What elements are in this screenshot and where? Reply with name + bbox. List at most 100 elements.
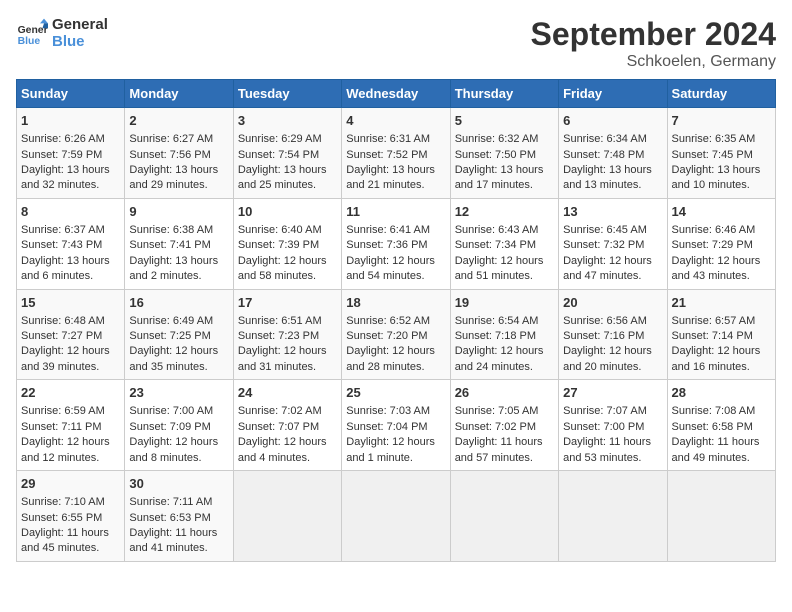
calendar-cell: 23Sunrise: 7:00 AMSunset: 7:09 PMDayligh… xyxy=(125,380,233,471)
calendar-cell: 8Sunrise: 6:37 AMSunset: 7:43 PMDaylight… xyxy=(17,198,125,289)
day-info-line: and 54 minutes. xyxy=(346,269,445,284)
day-info-line: and 10 minutes. xyxy=(672,178,771,193)
day-info-line: and 12 minutes. xyxy=(21,451,120,466)
day-info-line: Sunset: 7:59 PM xyxy=(21,148,120,163)
day-number: 22 xyxy=(21,384,120,402)
day-info-line: and 20 minutes. xyxy=(563,360,662,375)
day-info-line: Daylight: 13 hours xyxy=(346,163,445,178)
calendar-cell: 2Sunrise: 6:27 AMSunset: 7:56 PMDaylight… xyxy=(125,108,233,199)
day-info-line: Sunrise: 7:03 AM xyxy=(346,404,445,419)
day-info-line: Sunset: 7:09 PM xyxy=(129,420,228,435)
day-number: 14 xyxy=(672,203,771,221)
day-info-line: Daylight: 11 hours xyxy=(563,435,662,450)
calendar-cell: 19Sunrise: 6:54 AMSunset: 7:18 PMDayligh… xyxy=(450,289,558,380)
day-info-line: Daylight: 11 hours xyxy=(455,435,554,450)
day-info-line: Daylight: 13 hours xyxy=(672,163,771,178)
calendar-cell xyxy=(667,471,775,562)
calendar-cell: 16Sunrise: 6:49 AMSunset: 7:25 PMDayligh… xyxy=(125,289,233,380)
column-header-saturday: Saturday xyxy=(667,80,775,108)
day-info-line: Daylight: 12 hours xyxy=(346,435,445,450)
day-info-line: Sunset: 7:18 PM xyxy=(455,329,554,344)
day-info-line: Sunrise: 7:02 AM xyxy=(238,404,337,419)
day-info-line: Sunset: 6:53 PM xyxy=(129,511,228,526)
day-info-line: and 6 minutes. xyxy=(21,269,120,284)
calendar-cell: 11Sunrise: 6:41 AMSunset: 7:36 PMDayligh… xyxy=(342,198,450,289)
day-info-line: and 28 minutes. xyxy=(346,360,445,375)
day-info-line: Daylight: 11 hours xyxy=(129,526,228,541)
day-info-line: and 58 minutes. xyxy=(238,269,337,284)
day-number: 30 xyxy=(129,475,228,493)
calendar-cell: 7Sunrise: 6:35 AMSunset: 7:45 PMDaylight… xyxy=(667,108,775,199)
day-info-line: and 47 minutes. xyxy=(563,269,662,284)
day-info-line: Daylight: 12 hours xyxy=(129,435,228,450)
day-number: 20 xyxy=(563,294,662,312)
calendar-cell: 15Sunrise: 6:48 AMSunset: 7:27 PMDayligh… xyxy=(17,289,125,380)
day-number: 16 xyxy=(129,294,228,312)
day-info-line: Sunrise: 6:34 AM xyxy=(563,132,662,147)
calendar-cell: 22Sunrise: 6:59 AMSunset: 7:11 PMDayligh… xyxy=(17,380,125,471)
calendar-cell: 9Sunrise: 6:38 AMSunset: 7:41 PMDaylight… xyxy=(125,198,233,289)
day-info-line: Sunrise: 7:11 AM xyxy=(129,495,228,510)
day-info-line: and 35 minutes. xyxy=(129,360,228,375)
day-info-line: Sunrise: 7:00 AM xyxy=(129,404,228,419)
day-info-line: Sunrise: 6:29 AM xyxy=(238,132,337,147)
calendar-cell: 20Sunrise: 6:56 AMSunset: 7:16 PMDayligh… xyxy=(559,289,667,380)
day-info-line: Sunrise: 6:56 AM xyxy=(563,314,662,329)
calendar-cell: 5Sunrise: 6:32 AMSunset: 7:50 PMDaylight… xyxy=(450,108,558,199)
calendar-cell: 28Sunrise: 7:08 AMSunset: 6:58 PMDayligh… xyxy=(667,380,775,471)
day-number: 29 xyxy=(21,475,120,493)
day-number: 24 xyxy=(238,384,337,402)
day-info-line: Sunrise: 6:46 AM xyxy=(672,223,771,238)
calendar-cell: 27Sunrise: 7:07 AMSunset: 7:00 PMDayligh… xyxy=(559,380,667,471)
day-info-line: Daylight: 12 hours xyxy=(21,344,120,359)
calendar-cell: 14Sunrise: 6:46 AMSunset: 7:29 PMDayligh… xyxy=(667,198,775,289)
day-info-line: Sunset: 6:55 PM xyxy=(21,511,120,526)
day-info-line: Daylight: 12 hours xyxy=(672,254,771,269)
day-info-line: and 2 minutes. xyxy=(129,269,228,284)
day-number: 28 xyxy=(672,384,771,402)
day-info-line: and 8 minutes. xyxy=(129,451,228,466)
day-info-line: Daylight: 13 hours xyxy=(129,254,228,269)
calendar-cell: 3Sunrise: 6:29 AMSunset: 7:54 PMDaylight… xyxy=(233,108,341,199)
day-info-line: Sunset: 7:27 PM xyxy=(21,329,120,344)
day-info-line: Sunset: 7:41 PM xyxy=(129,238,228,253)
calendar-body: 1Sunrise: 6:26 AMSunset: 7:59 PMDaylight… xyxy=(17,108,776,562)
column-header-wednesday: Wednesday xyxy=(342,80,450,108)
day-number: 2 xyxy=(129,112,228,130)
day-info-line: Sunrise: 7:07 AM xyxy=(563,404,662,419)
calendar-cell: 21Sunrise: 6:57 AMSunset: 7:14 PMDayligh… xyxy=(667,289,775,380)
day-info-line: and 39 minutes. xyxy=(21,360,120,375)
calendar-cell: 18Sunrise: 6:52 AMSunset: 7:20 PMDayligh… xyxy=(342,289,450,380)
day-info-line: Sunrise: 6:40 AM xyxy=(238,223,337,238)
day-info-line: Sunset: 7:11 PM xyxy=(21,420,120,435)
day-info-line: Sunrise: 6:52 AM xyxy=(346,314,445,329)
calendar-cell: 10Sunrise: 6:40 AMSunset: 7:39 PMDayligh… xyxy=(233,198,341,289)
day-number: 13 xyxy=(563,203,662,221)
logo-general: General xyxy=(52,16,108,33)
day-number: 1 xyxy=(21,112,120,130)
day-number: 6 xyxy=(563,112,662,130)
day-number: 9 xyxy=(129,203,228,221)
day-info-line: and 57 minutes. xyxy=(455,451,554,466)
day-number: 15 xyxy=(21,294,120,312)
logo-icon: General Blue xyxy=(16,17,48,49)
day-info-line: Daylight: 12 hours xyxy=(346,254,445,269)
column-header-friday: Friday xyxy=(559,80,667,108)
calendar-cell: 4Sunrise: 6:31 AMSunset: 7:52 PMDaylight… xyxy=(342,108,450,199)
calendar-week-row: 22Sunrise: 6:59 AMSunset: 7:11 PMDayligh… xyxy=(17,380,776,471)
day-info-line: Sunset: 7:36 PM xyxy=(346,238,445,253)
day-info-line: and 29 minutes. xyxy=(129,178,228,193)
day-number: 27 xyxy=(563,384,662,402)
day-info-line: Sunset: 7:14 PM xyxy=(672,329,771,344)
day-info-line: Daylight: 12 hours xyxy=(238,344,337,359)
day-info-line: Sunset: 7:43 PM xyxy=(21,238,120,253)
logo-blue: Blue xyxy=(52,33,108,50)
day-number: 10 xyxy=(238,203,337,221)
svg-text:Blue: Blue xyxy=(18,36,41,47)
day-info-line: Daylight: 11 hours xyxy=(21,526,120,541)
calendar-header-row: SundayMondayTuesdayWednesdayThursdayFrid… xyxy=(17,80,776,108)
calendar-cell: 26Sunrise: 7:05 AMSunset: 7:02 PMDayligh… xyxy=(450,380,558,471)
day-info-line: Daylight: 13 hours xyxy=(129,163,228,178)
calendar-cell: 25Sunrise: 7:03 AMSunset: 7:04 PMDayligh… xyxy=(342,380,450,471)
day-info-line: Daylight: 13 hours xyxy=(21,163,120,178)
